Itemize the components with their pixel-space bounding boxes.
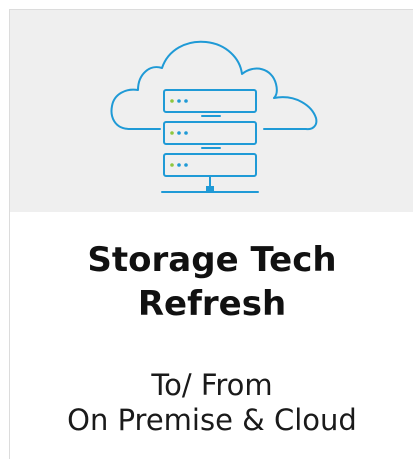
- card-title-line-2: Refresh: [137, 284, 287, 324]
- card-title-line-1: Storage Tech: [87, 240, 337, 280]
- cloud-server-icon: [110, 40, 318, 193]
- card-subtitle: To/ From On Premise & Cloud: [10, 368, 413, 438]
- card-title: Storage Tech Refresh: [10, 238, 413, 326]
- service-card[interactable]: Storage Tech Refresh To/ From On Premise…: [9, 9, 413, 459]
- status-dots: [170, 99, 188, 167]
- card-image-area: [10, 10, 413, 212]
- card-subtitle-line-2: On Premise & Cloud: [67, 403, 357, 437]
- card-subtitle-line-1: To/ From: [151, 368, 273, 402]
